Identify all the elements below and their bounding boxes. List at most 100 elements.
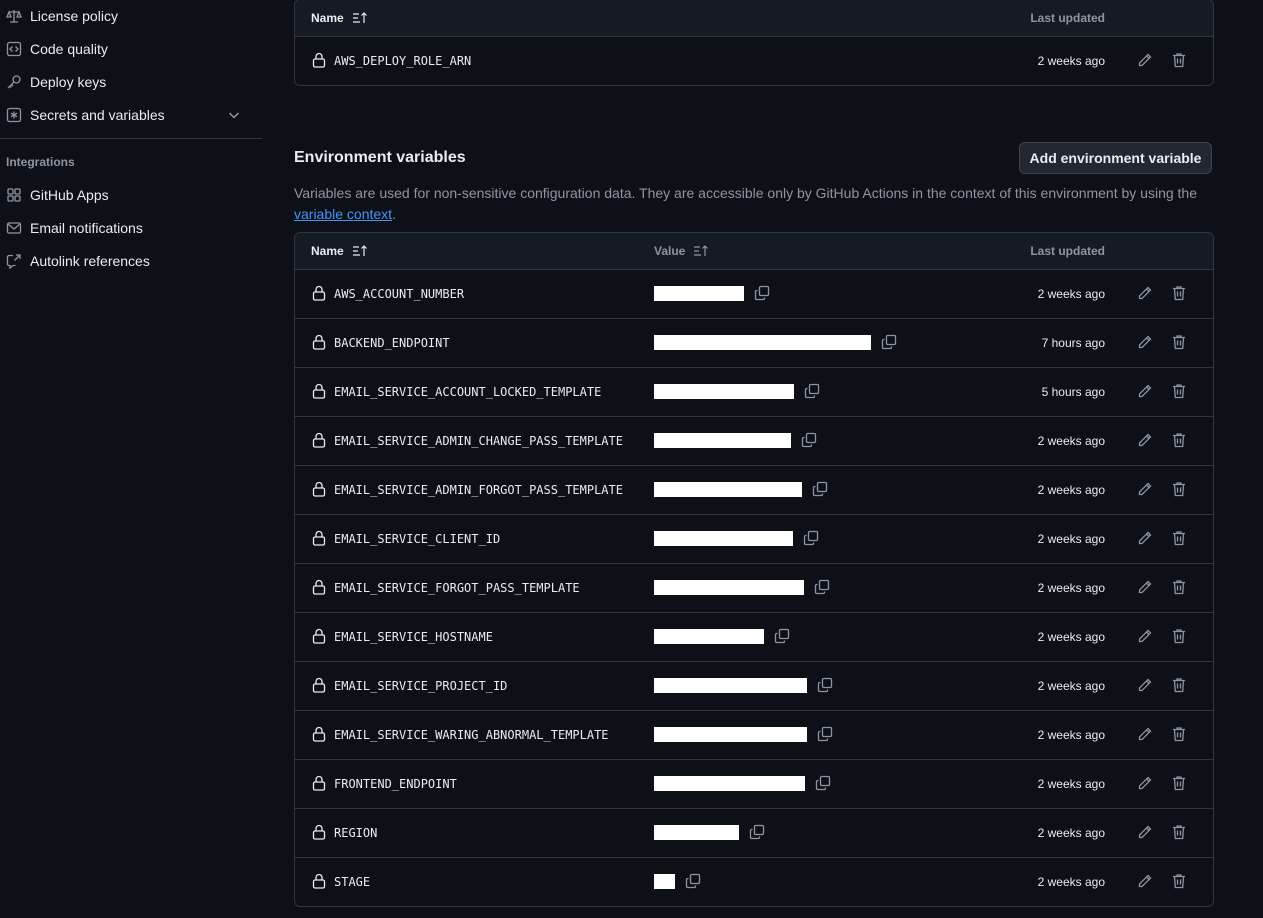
copy-icon[interactable]	[774, 628, 790, 644]
table-row: EMAIL_SERVICE_ADMIN_CHANGE_PASS_TEMPLATE…	[295, 417, 1213, 466]
column-header-name[interactable]: Name	[311, 244, 368, 258]
edit-pencil-icon[interactable]	[1137, 481, 1153, 497]
redacted-value	[654, 384, 794, 399]
chevron-down-icon[interactable]	[226, 107, 242, 123]
table-row: AWS_DEPLOY_ROLE_ARN 2 weeks ago	[295, 37, 1213, 85]
edit-pencil-icon[interactable]	[1137, 52, 1153, 68]
last-updated: 2 weeks ago	[1037, 777, 1105, 791]
redacted-value	[654, 776, 805, 791]
edit-pencil-icon[interactable]	[1137, 873, 1153, 889]
table-row: BACKEND_ENDPOINT 7 hours ago	[295, 319, 1213, 368]
sort-asc-icon	[352, 11, 368, 25]
copy-icon[interactable]	[881, 334, 897, 350]
copy-icon[interactable]	[754, 285, 770, 301]
copy-icon[interactable]	[815, 775, 831, 791]
variable-name: EMAIL_SERVICE_WARING_ABNORMAL_TEMPLATE	[334, 728, 609, 742]
sidebar-item-deploy-keys[interactable]: Deploy keys	[0, 68, 252, 96]
sidebar-item-github-apps[interactable]: GitHub Apps	[0, 181, 252, 209]
copy-icon[interactable]	[812, 481, 828, 497]
last-updated: 2 weeks ago	[1037, 434, 1105, 448]
variable-name: EMAIL_SERVICE_HOSTNAME	[334, 630, 493, 644]
variable-name: EMAIL_SERVICE_ADMIN_CHANGE_PASS_TEMPLATE	[334, 434, 623, 448]
table-header: Name Last updated	[295, 0, 1213, 37]
copy-icon[interactable]	[803, 530, 819, 546]
column-header-name[interactable]: Name	[311, 11, 368, 25]
delete-trash-icon[interactable]	[1172, 824, 1186, 840]
delete-trash-icon[interactable]	[1172, 775, 1186, 791]
table-row: AWS_ACCOUNT_NUMBER 2 weeks ago	[295, 270, 1213, 319]
edit-pencil-icon[interactable]	[1137, 285, 1153, 301]
redacted-value	[654, 580, 804, 595]
delete-trash-icon[interactable]	[1172, 726, 1186, 742]
cross-reference-icon	[5, 252, 23, 270]
sidebar-item-license-policy[interactable]: License policy	[0, 2, 252, 30]
variable-context-link[interactable]: variable context	[294, 206, 392, 222]
delete-trash-icon[interactable]	[1172, 873, 1186, 889]
environment-variables-description: Variables are used for non-sensitive con…	[294, 185, 1197, 222]
copy-icon[interactable]	[801, 432, 817, 448]
last-updated: 2 weeks ago	[1037, 54, 1105, 68]
last-updated: 2 weeks ago	[1037, 532, 1105, 546]
edit-pencil-icon[interactable]	[1137, 432, 1153, 448]
redacted-value	[654, 433, 791, 448]
sidebar-divider	[0, 138, 262, 139]
sidebar-item-label: GitHub Apps	[30, 187, 109, 203]
copy-icon[interactable]	[817, 726, 833, 742]
edit-pencil-icon[interactable]	[1137, 726, 1153, 742]
delete-trash-icon[interactable]	[1172, 628, 1186, 644]
edit-pencil-icon[interactable]	[1137, 677, 1153, 693]
table-row: STAGE 2 weeks ago	[295, 858, 1213, 906]
edit-pencil-icon[interactable]	[1137, 579, 1153, 595]
sidebar-item-label: Secrets and variables	[30, 107, 165, 123]
copy-icon[interactable]	[814, 579, 830, 595]
delete-trash-icon[interactable]	[1172, 334, 1186, 350]
lock-icon	[312, 334, 326, 350]
redacted-value	[654, 874, 675, 889]
section-title-environment-variables: Environment variables	[294, 149, 466, 166]
sidebar-heading-integrations: Integrations	[6, 155, 75, 169]
delete-trash-icon[interactable]	[1172, 677, 1186, 693]
lock-icon	[312, 775, 326, 791]
delete-trash-icon[interactable]	[1172, 432, 1186, 448]
environment-secrets-table: Name Last updated AWS_DEPLOY_ROLE_ARN 2 w…	[294, 0, 1214, 86]
last-updated: 2 weeks ago	[1037, 581, 1105, 595]
copy-icon[interactable]	[749, 824, 765, 840]
sidebar-item-label: License policy	[30, 8, 118, 24]
lock-icon	[312, 824, 326, 840]
edit-pencil-icon[interactable]	[1137, 383, 1153, 399]
sidebar-item-code-quality[interactable]: Code quality	[0, 35, 252, 63]
edit-pencil-icon[interactable]	[1137, 775, 1153, 791]
code-square-icon	[5, 40, 23, 58]
add-environment-variable-button[interactable]: Add environment variable	[1019, 142, 1212, 174]
table-row: EMAIL_SERVICE_WARING_ABNORMAL_TEMPLATE 2 …	[295, 711, 1213, 760]
edit-pencil-icon[interactable]	[1137, 530, 1153, 546]
last-updated: 2 weeks ago	[1037, 875, 1105, 889]
last-updated: 5 hours ago	[1041, 385, 1105, 399]
delete-trash-icon[interactable]	[1172, 383, 1186, 399]
table-row: EMAIL_SERVICE_FORGOT_PASS_TEMPLATE 2 week…	[295, 564, 1213, 613]
lock-icon	[312, 628, 326, 644]
column-header-value[interactable]: Value	[654, 244, 709, 258]
copy-icon[interactable]	[685, 873, 701, 889]
delete-trash-icon[interactable]	[1172, 579, 1186, 595]
edit-pencil-icon[interactable]	[1137, 628, 1153, 644]
sidebar-item-label: Code quality	[30, 41, 108, 57]
sidebar-item-label: Deploy keys	[30, 74, 107, 90]
edit-pencil-icon[interactable]	[1137, 824, 1153, 840]
edit-pencil-icon[interactable]	[1137, 334, 1153, 350]
sidebar-item-email-notifications[interactable]: Email notifications	[0, 214, 252, 242]
variable-name: AWS_DEPLOY_ROLE_ARN	[334, 54, 472, 68]
delete-trash-icon[interactable]	[1172, 481, 1186, 497]
copy-icon[interactable]	[817, 677, 833, 693]
delete-trash-icon[interactable]	[1172, 285, 1186, 301]
lock-icon	[312, 52, 326, 68]
sidebar-item-secrets-and-variables[interactable]: Secrets and variables	[0, 101, 252, 129]
copy-icon[interactable]	[804, 383, 820, 399]
environment-variables-table: Name Value Last updated AWS_ACCOUNT_NUMB…	[294, 232, 1214, 907]
delete-trash-icon[interactable]	[1172, 530, 1186, 546]
delete-trash-icon[interactable]	[1172, 52, 1186, 68]
lock-icon	[312, 726, 326, 742]
sidebar-item-autolink-references[interactable]: Autolink references	[0, 247, 252, 275]
variable-name: EMAIL_SERVICE_ACCOUNT_LOCKED_TEMPLATE	[334, 385, 602, 399]
sidebar-item-label: Autolink references	[30, 253, 150, 269]
